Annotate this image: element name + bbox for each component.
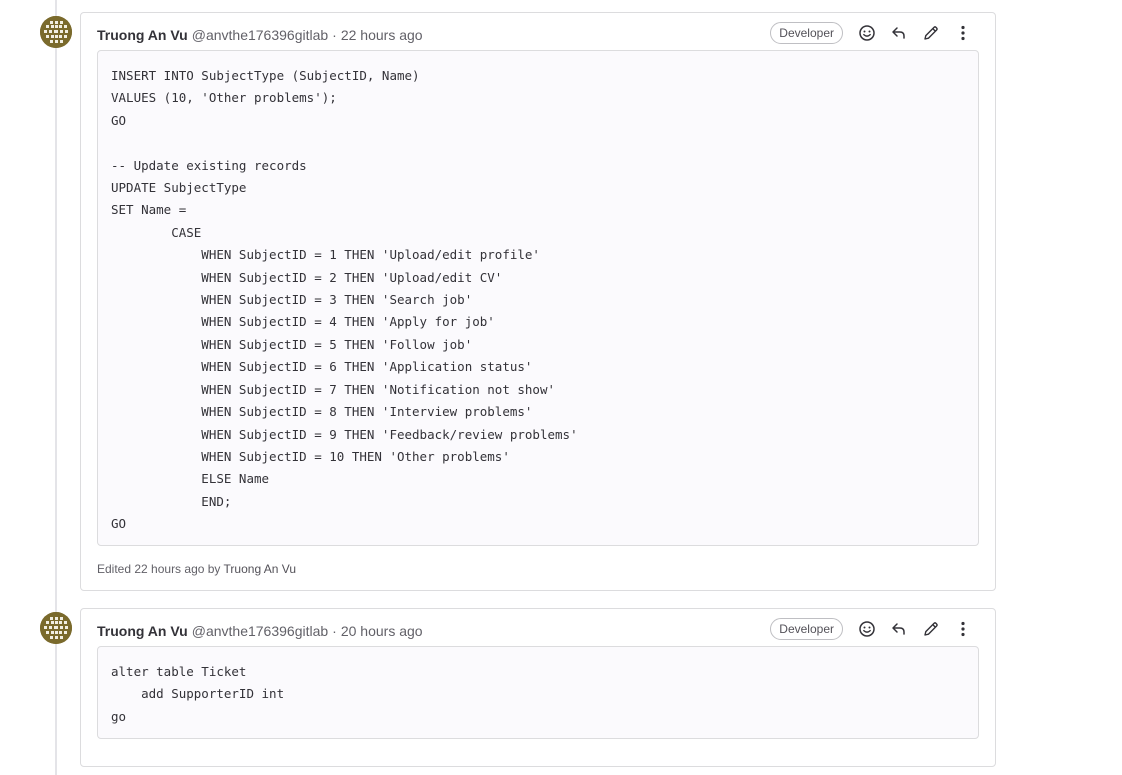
note-actions: Developer: [770, 617, 979, 641]
more-actions-button[interactable]: [947, 617, 979, 641]
timestamp[interactable]: 22 hours ago: [341, 27, 423, 43]
note-actions: Developer: [770, 21, 979, 45]
pencil-icon: [924, 622, 938, 636]
avatar-pattern-icon: [40, 612, 72, 644]
code-block[interactable]: alter table Ticket add SupporterID int g…: [97, 646, 979, 739]
timestamp[interactable]: 20 hours ago: [341, 623, 423, 639]
more-actions-button[interactable]: [947, 21, 979, 45]
author-handle[interactable]: @anvthe176396gitlab: [192, 623, 328, 639]
author-avatar[interactable]: [40, 612, 72, 644]
avatar-pattern-icon: [40, 16, 72, 48]
author-name[interactable]: Truong An Vu: [97, 623, 188, 639]
kebab-menu-icon: [961, 25, 965, 41]
edit-button[interactable]: [915, 21, 947, 45]
add-reaction-button[interactable]: [851, 21, 883, 45]
reply-button[interactable]: [883, 21, 915, 45]
note-header: Truong An Vu @anvthe176396gitlab · 20 ho…: [97, 621, 423, 641]
author-handle[interactable]: @anvthe176396gitlab: [192, 27, 328, 43]
code-block[interactable]: INSERT INTO SubjectType (SubjectID, Name…: [97, 50, 979, 546]
comment-note: Truong An Vu @anvthe176396gitlab · 22 ho…: [80, 12, 996, 591]
smiley-icon: [859, 25, 875, 41]
reply-icon: [892, 623, 905, 635]
reply-button[interactable]: [883, 617, 915, 641]
edit-button[interactable]: [915, 617, 947, 641]
separator: ·: [332, 27, 337, 43]
edited-footer: Edited 22 hours ago by Truong An Vu: [97, 562, 296, 576]
timeline-line: [55, 0, 57, 775]
role-badge: Developer: [770, 618, 843, 640]
reply-icon: [892, 27, 905, 39]
pencil-icon: [924, 26, 938, 40]
smiley-icon: [859, 621, 875, 637]
author-avatar[interactable]: [40, 16, 72, 48]
code-content[interactable]: INSERT INTO SubjectType (SubjectID, Name…: [98, 51, 978, 548]
editor-link[interactable]: Truong An Vu: [224, 562, 297, 576]
role-badge: Developer: [770, 22, 843, 44]
edited-text: Edited 22 hours ago by: [97, 562, 221, 576]
comment-note: Truong An Vu @anvthe176396gitlab · 20 ho…: [80, 608, 996, 767]
author-name[interactable]: Truong An Vu: [97, 27, 188, 43]
note-header: Truong An Vu @anvthe176396gitlab · 22 ho…: [97, 25, 423, 45]
kebab-menu-icon: [961, 621, 965, 637]
separator: ·: [332, 623, 337, 639]
code-content[interactable]: alter table Ticket add SupporterID int g…: [98, 647, 978, 740]
add-reaction-button[interactable]: [851, 617, 883, 641]
